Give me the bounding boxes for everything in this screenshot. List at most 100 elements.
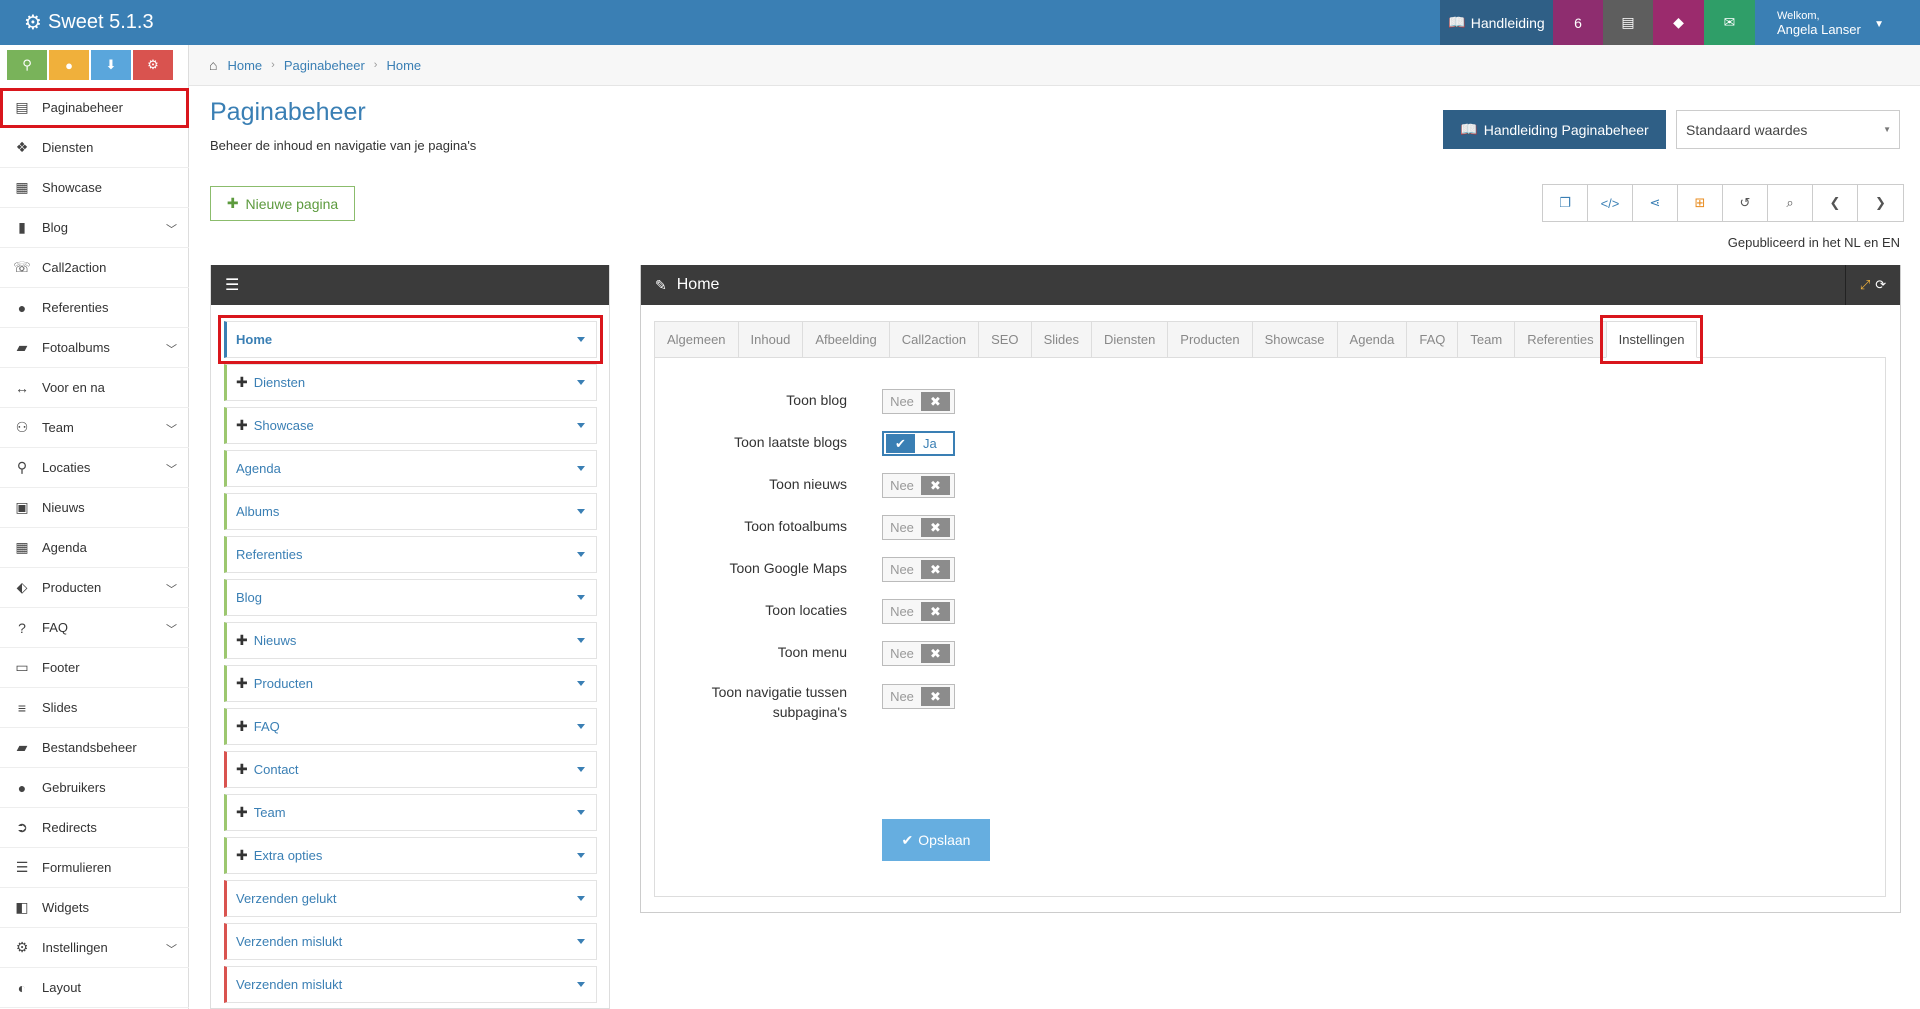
breadcrumb-current[interactable]: Home [386, 58, 421, 73]
defaults-select[interactable]: Standaard waardes ▼ [1676, 110, 1900, 149]
save-button[interactable]: ✔ Opslaan [882, 819, 990, 861]
tab-call2action[interactable]: Call2action [888, 321, 979, 358]
chevron-left-icon[interactable]: ❮ [1813, 185, 1858, 221]
tab-afbeelding[interactable]: Afbeelding [802, 321, 889, 358]
breadcrumb-home[interactable]: Home [227, 58, 262, 73]
tree-item[interactable]: Agenda [224, 450, 597, 487]
toggle-switch[interactable]: Nee ✖ [882, 389, 955, 414]
tree-item[interactable]: Verzenden mislukt [224, 966, 597, 1003]
plus-icon[interactable]: ✚ [236, 374, 248, 391]
chevron-right-icon[interactable]: ❯ [1858, 185, 1903, 221]
tab-agenda[interactable]: Agenda [1336, 321, 1407, 358]
sidebar-item-diensten[interactable]: ❖ Diensten [0, 128, 189, 168]
sidebar-item-locaties[interactable]: ⚲ Locaties ﹀ [0, 448, 189, 488]
tree-item[interactable]: ✚ Producten [224, 665, 597, 702]
sidebar-item-voor-en-na[interactable]: ↔ Voor en na [0, 368, 189, 408]
code-icon[interactable]: </> [1588, 185, 1633, 221]
sidebar-item-formulieren[interactable]: ☰ Formulieren [0, 848, 189, 888]
sidebar-item-blog[interactable]: ▮ Blog ﹀ [0, 208, 189, 248]
sidebar-item-widgets[interactable]: ◧ Widgets [0, 888, 189, 928]
sidebar-item-referenties[interactable]: ● Referenties [0, 288, 189, 328]
tab-diensten[interactable]: Diensten [1090, 321, 1168, 358]
tab-slides[interactable]: Slides [1030, 321, 1091, 358]
plus-icon[interactable]: ✚ [236, 632, 248, 649]
plus-icon[interactable]: ✚ [236, 718, 248, 735]
tab-referenties[interactable]: Referenties [1514, 321, 1606, 358]
tree-item[interactable]: ✚ Team [224, 794, 597, 831]
tab-inhoud[interactable]: Inhoud [737, 321, 803, 358]
sidebar-item-bestandsbeheer[interactable]: ▰ Bestandsbeheer [0, 728, 189, 768]
sidebar-item-fotoalbums[interactable]: ▰ Fotoalbums ﹀ [0, 328, 189, 368]
caret-down-icon[interactable] [577, 982, 585, 987]
plus-icon[interactable]: ✚ [236, 417, 248, 434]
sidebar-item-gebruikers[interactable]: ● Gebruikers [0, 768, 189, 808]
tree-item[interactable]: ✚ Extra opties [224, 837, 597, 874]
toggle-switch[interactable]: Ja ✔ [882, 431, 955, 456]
sidebar-item-slides[interactable]: ≡ Slides [0, 688, 189, 728]
caret-down-icon[interactable] [577, 810, 585, 815]
tab-instellingen[interactable]: Instellingen [1599, 315, 1704, 364]
tree-item[interactable]: ✚ Nieuws [224, 622, 597, 659]
search-icon[interactable]: ⌕ [1768, 185, 1813, 221]
toggle-switch[interactable]: Nee ✖ [882, 557, 955, 582]
caret-down-icon[interactable] [577, 509, 585, 514]
tree-item[interactable]: ✚ Diensten [224, 364, 597, 401]
caret-down-icon[interactable] [577, 767, 585, 772]
tree-item[interactable]: Verzenden mislukt [224, 923, 597, 960]
sidebar-item-footer[interactable]: ▭ Footer [0, 648, 189, 688]
tree-item[interactable]: Blog [224, 579, 597, 616]
tree-item[interactable]: ✚ Contact [224, 751, 597, 788]
toggle-switch[interactable]: Nee ✖ [882, 599, 955, 624]
expand-icon[interactable]: ⤢ [1860, 277, 1870, 293]
toggle-switch[interactable]: Nee ✖ [882, 515, 955, 540]
tree-item[interactable]: Referenties [224, 536, 597, 573]
share-icon[interactable]: ⋖ [1633, 185, 1678, 221]
sidebar-item-faq[interactable]: ? FAQ ﹀ [0, 608, 189, 648]
caret-down-icon[interactable] [577, 423, 585, 428]
caret-down-icon[interactable] [577, 337, 585, 342]
sidebar-item-nieuws[interactable]: ▣ Nieuws [0, 488, 189, 528]
sidebar-item-call2action[interactable]: ☏ Call2action [0, 248, 189, 288]
tab-showcase[interactable]: Showcase [1251, 321, 1337, 358]
caret-down-icon[interactable] [577, 724, 585, 729]
tab-team[interactable]: Team [1457, 321, 1515, 358]
user-menu[interactable]: Welkom, Angela Lanser ▼ [1755, 0, 1920, 45]
caret-down-icon[interactable] [577, 939, 585, 944]
manual-button[interactable]: 📖 Handleiding [1440, 0, 1553, 45]
sidebar-item-instellingen[interactable]: ⚙ Instellingen ﹀ [0, 928, 189, 968]
sitemap-icon[interactable]: ⊞ [1678, 185, 1723, 221]
toggle-switch[interactable]: Nee ✖ [882, 684, 955, 709]
user-icon[interactable]: ● [49, 50, 89, 80]
plus-icon[interactable]: ✚ [236, 675, 248, 692]
sidebar-item-showcase[interactable]: ▦ Showcase [0, 168, 189, 208]
diamond-icon[interactable]: ◆ [1653, 0, 1704, 45]
new-page-button[interactable]: ✚ Nieuwe pagina [210, 186, 355, 221]
tree-item[interactable]: Albums [224, 493, 597, 530]
breadcrumb-paginabeheer[interactable]: Paginabeheer [284, 58, 365, 73]
sidebar-item-team[interactable]: ⚇ Team ﹀ [0, 408, 189, 448]
envelope-icon[interactable]: ✉ [1704, 0, 1755, 45]
cogs-icon[interactable]: ⚙ [133, 50, 173, 80]
refresh-icon[interactable]: ⟳ [1875, 277, 1886, 293]
notification-count-button[interactable]: 6 [1553, 0, 1603, 45]
manual-paginabeheer-button[interactable]: 📖 Handleiding Paginabeheer [1443, 110, 1666, 149]
sidebar-item-producten[interactable]: ⬖ Producten ﹀ [0, 568, 189, 608]
caret-down-icon[interactable] [577, 896, 585, 901]
tree-item[interactable]: Home [218, 315, 603, 364]
caret-down-icon[interactable] [577, 466, 585, 471]
home-icon[interactable]: ⌂ [209, 57, 217, 73]
tree-item[interactable]: ✚ FAQ [224, 708, 597, 745]
tab-producten[interactable]: Producten [1167, 321, 1252, 358]
sidebar-item-agenda[interactable]: ▦ Agenda [0, 528, 189, 568]
brand[interactable]: ⚙ Sweet 5.1.3 [24, 0, 154, 45]
toggle-switch[interactable]: Nee ✖ [882, 641, 955, 666]
sidebar-item-redirects[interactable]: ➲ Redirects [0, 808, 189, 848]
toggle-switch[interactable]: Nee ✖ [882, 473, 955, 498]
plus-icon[interactable]: ✚ [236, 847, 248, 864]
tree-item[interactable]: ✚ Showcase [224, 407, 597, 444]
history-icon[interactable]: ↺ [1723, 185, 1768, 221]
caret-down-icon[interactable] [577, 638, 585, 643]
caret-down-icon[interactable] [577, 681, 585, 686]
map-marker-icon[interactable]: ⚲ [7, 50, 47, 80]
sidebar-item-paginabeheer[interactable]: ▤ Paginabeheer [0, 88, 189, 128]
